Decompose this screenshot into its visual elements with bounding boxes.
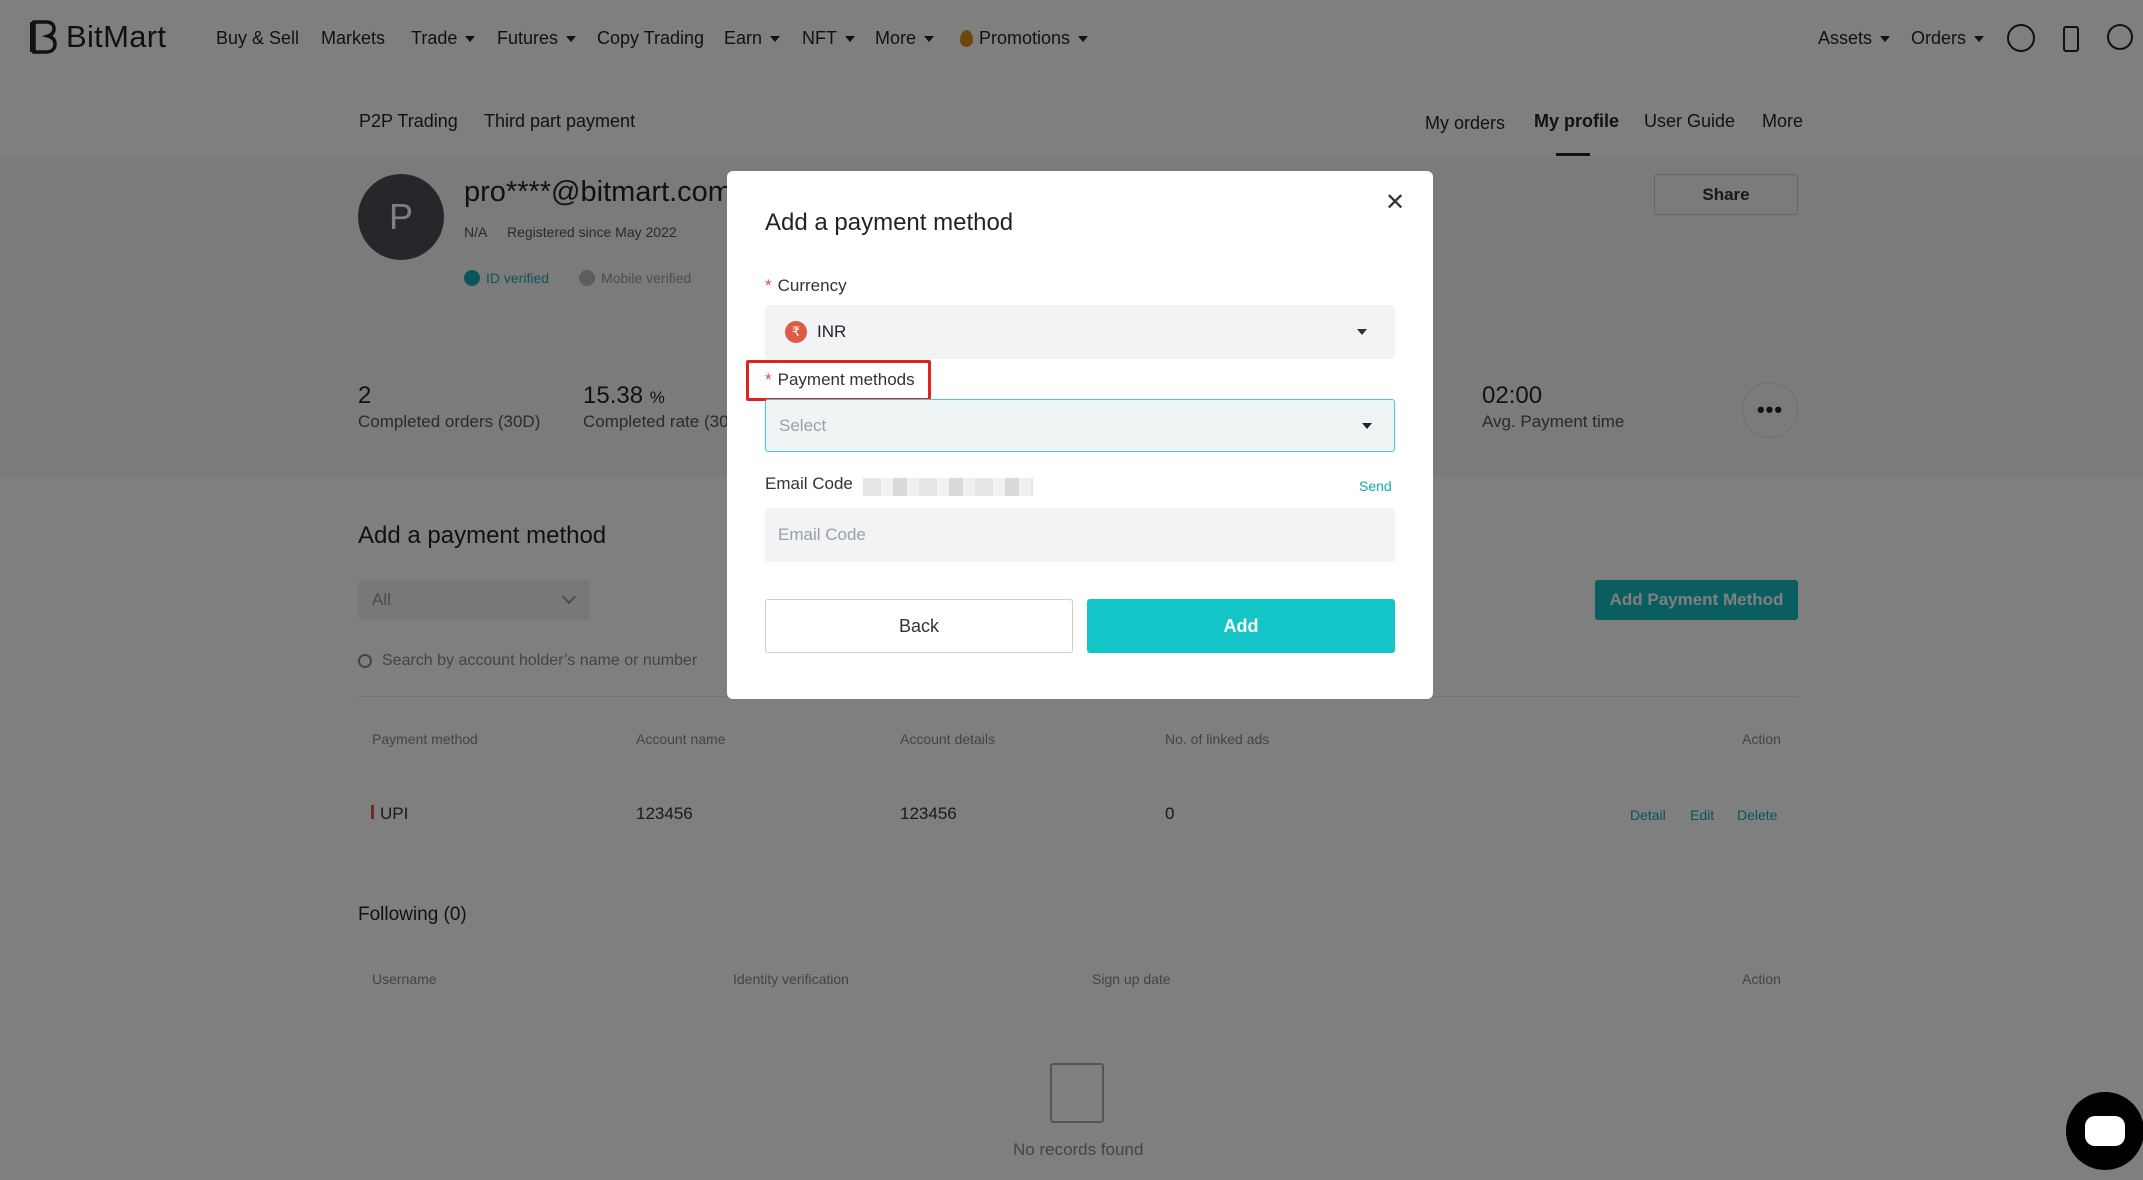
label-text: Payment methods <box>777 370 915 389</box>
masked-email <box>863 478 1033 496</box>
caret-down-icon <box>1362 423 1372 429</box>
currency-select[interactable]: ₹ INR <box>765 305 1395 359</box>
chat-icon <box>2085 1116 2125 1146</box>
email-code-label: Email Code <box>765 474 853 493</box>
rupee-icon: ₹ <box>785 321 807 343</box>
back-button[interactable]: Back <box>765 599 1073 653</box>
payment-methods-label: * Payment methods <box>765 370 915 390</box>
add-button[interactable]: Add <box>1087 599 1395 653</box>
close-icon[interactable]: ✕ <box>1383 191 1407 215</box>
currency-value: INR <box>817 322 847 341</box>
caret-down-icon <box>1357 329 1367 335</box>
send-code-link[interactable]: Send <box>1359 478 1392 494</box>
payment-methods-select[interactable]: Select <box>765 399 1395 452</box>
modal-title: Add a payment method <box>765 209 1014 236</box>
label-text: Currency <box>777 276 847 295</box>
currency-label: * Currency <box>765 276 847 296</box>
required-mark: * <box>765 276 772 295</box>
email-code-input[interactable]: Email Code <box>765 508 1395 562</box>
chat-support-button[interactable] <box>2066 1092 2143 1170</box>
add-payment-method-modal: Add a payment method ✕ * Currency ₹ INR *… <box>727 171 1433 699</box>
select-placeholder: Select <box>779 416 827 435</box>
required-mark: * <box>765 370 772 389</box>
